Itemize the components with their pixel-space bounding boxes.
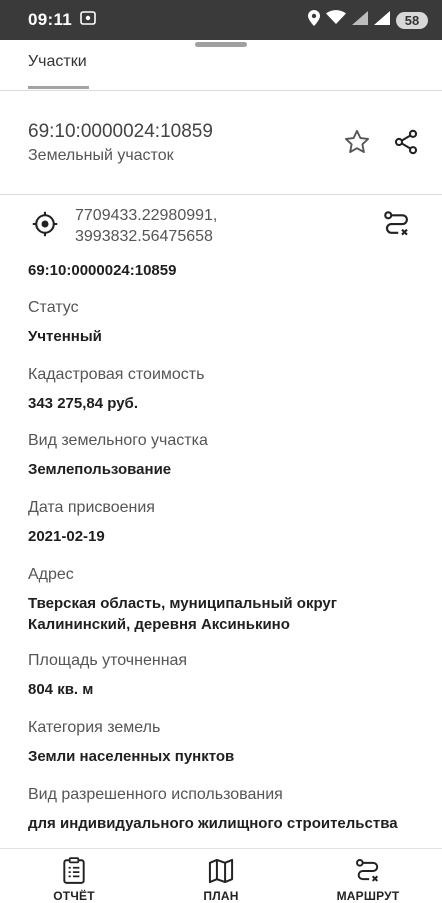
status-time: 09:11 [28, 10, 73, 29]
status-bar: 09:11 58 [0, 0, 442, 40]
bottom-navigation: ОТЧЁТ ПЛАН МАРШРУТ [0, 848, 442, 903]
parcel-type: Земельный участок [28, 147, 174, 164]
signal-icon [352, 10, 368, 30]
nav-route-button[interactable]: МАРШРУТ [313, 849, 423, 903]
field-value-address: Тверская область, муниципальный округ Ка… [28, 593, 428, 635]
field-value-land-category: Земли населенных пунктов [28, 748, 235, 765]
field-value-area: 804 кв. м [28, 681, 94, 698]
address-line-1: Тверская область, муниципальный округ [28, 595, 338, 612]
nav-route-label: МАРШРУТ [336, 889, 400, 903]
nav-plan-label: ПЛАН [203, 889, 239, 903]
divider [0, 90, 442, 91]
battery-icon: 58 [396, 11, 428, 29]
route-icon [356, 859, 379, 882]
signal-icon [374, 10, 390, 30]
field-value-status: Учтенный [28, 328, 102, 345]
field-value-permitted-use: для индивидуального жилищного строительс… [28, 815, 398, 832]
route-icon[interactable] [381, 208, 413, 240]
coordinates: 7709433.22980991, 3993832.56475658 [75, 205, 217, 247]
field-label-cadastral-value: Кадастровая стоимость [28, 366, 205, 383]
field-value-cadastral-value: 343 275,84 руб. [28, 395, 138, 412]
field-value-parcel-kind: Землепользование [28, 461, 172, 478]
favorite-star-icon[interactable] [341, 126, 373, 158]
field-label-parcel-kind: Вид земельного участка [28, 432, 208, 449]
coordinates-line-1: 7709433.22980991, [75, 207, 218, 224]
field-label-area: Площадь уточненная [28, 652, 188, 669]
address-line-2: Калининский, деревня Аксинькино [28, 616, 290, 633]
nav-plan-button[interactable]: ПЛАН [166, 849, 276, 903]
tab-label: Участки [28, 53, 87, 70]
crosshair-location-icon[interactable] [29, 208, 61, 240]
tab-parcels[interactable]: Участки [28, 52, 89, 90]
wifi-icon [326, 10, 346, 30]
map-icon [208, 858, 234, 884]
field-label-land-category: Категория земель [28, 719, 161, 736]
parcel-cadastral-number: 69:10:0000024:10859 [28, 121, 213, 142]
field-value-assignment-date: 2021-02-19 [28, 528, 105, 545]
screenshot-icon [80, 10, 96, 30]
field-label-address: Адрес [28, 566, 74, 583]
report-icon [63, 857, 85, 884]
location-icon [308, 9, 320, 31]
tab-active-indicator [28, 86, 89, 89]
divider [0, 194, 442, 195]
detail-cadastral-number: 69:10:0000024:10859 [28, 262, 177, 279]
field-label-permitted-use: Вид разрешенного использования [28, 786, 283, 803]
field-label-status: Статус [28, 299, 79, 316]
nav-report-button[interactable]: ОТЧЁТ [19, 849, 129, 903]
sheet-drag-handle[interactable] [195, 42, 247, 47]
coordinates-line-2: 3993832.56475658 [75, 228, 213, 245]
share-icon[interactable] [390, 126, 422, 158]
field-label-assignment-date: Дата присвоения [28, 499, 155, 516]
nav-report-label: ОТЧЁТ [53, 889, 95, 903]
